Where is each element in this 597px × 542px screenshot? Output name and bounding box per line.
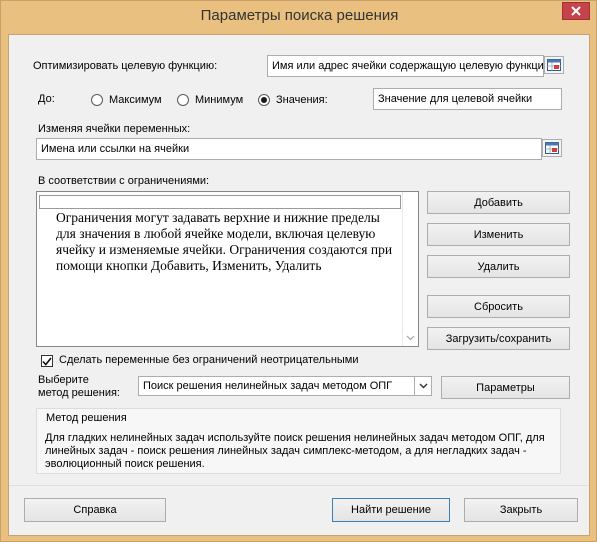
dialog-body: Оптимизировать целевую функцию: Имя или …	[8, 34, 590, 536]
solve-button[interactable]: Найти решение	[332, 498, 450, 522]
reset-button[interactable]: Сбросить	[427, 295, 570, 318]
close-window-button[interactable]	[562, 2, 590, 20]
radio-value[interactable]	[258, 94, 270, 106]
method-info-text: Для гладких нелинейных задач используйте…	[45, 432, 545, 470]
solver-dialog: Параметры поиска решения Оптимизировать …	[0, 0, 597, 542]
method-select[interactable]: Поиск решения нелинейных задач методом О…	[138, 376, 432, 396]
nonneg-checkbox[interactable]	[41, 355, 53, 367]
target-value-input[interactable]: Значение для целевой ячейки	[373, 88, 562, 110]
method-label-line1: Выберите	[38, 374, 89, 386]
help-button[interactable]: Справка	[24, 498, 166, 522]
parameters-button[interactable]: Параметры	[441, 376, 570, 399]
range-select-icon	[545, 142, 559, 154]
to-label: До:	[38, 93, 55, 105]
window-title: Параметры поиска решения	[200, 7, 399, 24]
method-info-title: Метод решения	[46, 412, 127, 424]
nonneg-label: Сделать переменные без ограничений неотр…	[59, 354, 359, 366]
list-scrollbar[interactable]	[402, 192, 418, 346]
constraints-hint-text: Ограничения могут задавать верхние и ниж…	[56, 210, 393, 273]
range-select-icon	[547, 59, 561, 71]
method-select-value: Поиск решения нелинейных задач методом О…	[143, 380, 393, 392]
method-info-group: Метод решения Для гладких нелинейных зад…	[36, 408, 561, 474]
radio-max[interactable]	[91, 94, 103, 106]
list-item-selected[interactable]	[39, 195, 401, 209]
chevron-down-icon	[419, 383, 427, 389]
radio-value-label: Значения:	[276, 94, 328, 106]
delete-button[interactable]: Удалить	[427, 255, 570, 278]
change-button[interactable]: Изменить	[427, 223, 570, 246]
chevron-down-icon	[406, 335, 415, 341]
radio-min[interactable]	[177, 94, 189, 106]
objective-ref-button[interactable]	[544, 56, 564, 74]
radio-max-label: Максимум	[109, 94, 162, 106]
changing-cells-input[interactable]: Имена или ссылки на ячейки	[36, 138, 542, 160]
changing-ref-button[interactable]	[542, 139, 562, 157]
objective-label: Оптимизировать целевую функцию:	[33, 60, 218, 72]
load-save-button[interactable]: Загрузить/сохранить	[427, 327, 570, 350]
close-button[interactable]: Закрыть	[464, 498, 578, 522]
objective-input[interactable]: Имя или адрес ячейки содержащую целевую …	[267, 55, 544, 77]
dropdown-button[interactable]	[414, 377, 431, 395]
checkmark-icon	[42, 357, 52, 366]
method-label-line2: метод решения:	[38, 387, 120, 399]
close-icon	[571, 6, 581, 16]
constraints-label: В соответствии с ограничениями:	[38, 175, 210, 187]
add-button[interactable]: Добавить	[427, 191, 570, 214]
changing-cells-label: Изменяя ячейки переменных:	[38, 123, 191, 135]
radio-min-label: Минимум	[195, 94, 244, 106]
divider	[9, 485, 589, 486]
title-bar: Параметры поиска решения	[1, 1, 597, 35]
